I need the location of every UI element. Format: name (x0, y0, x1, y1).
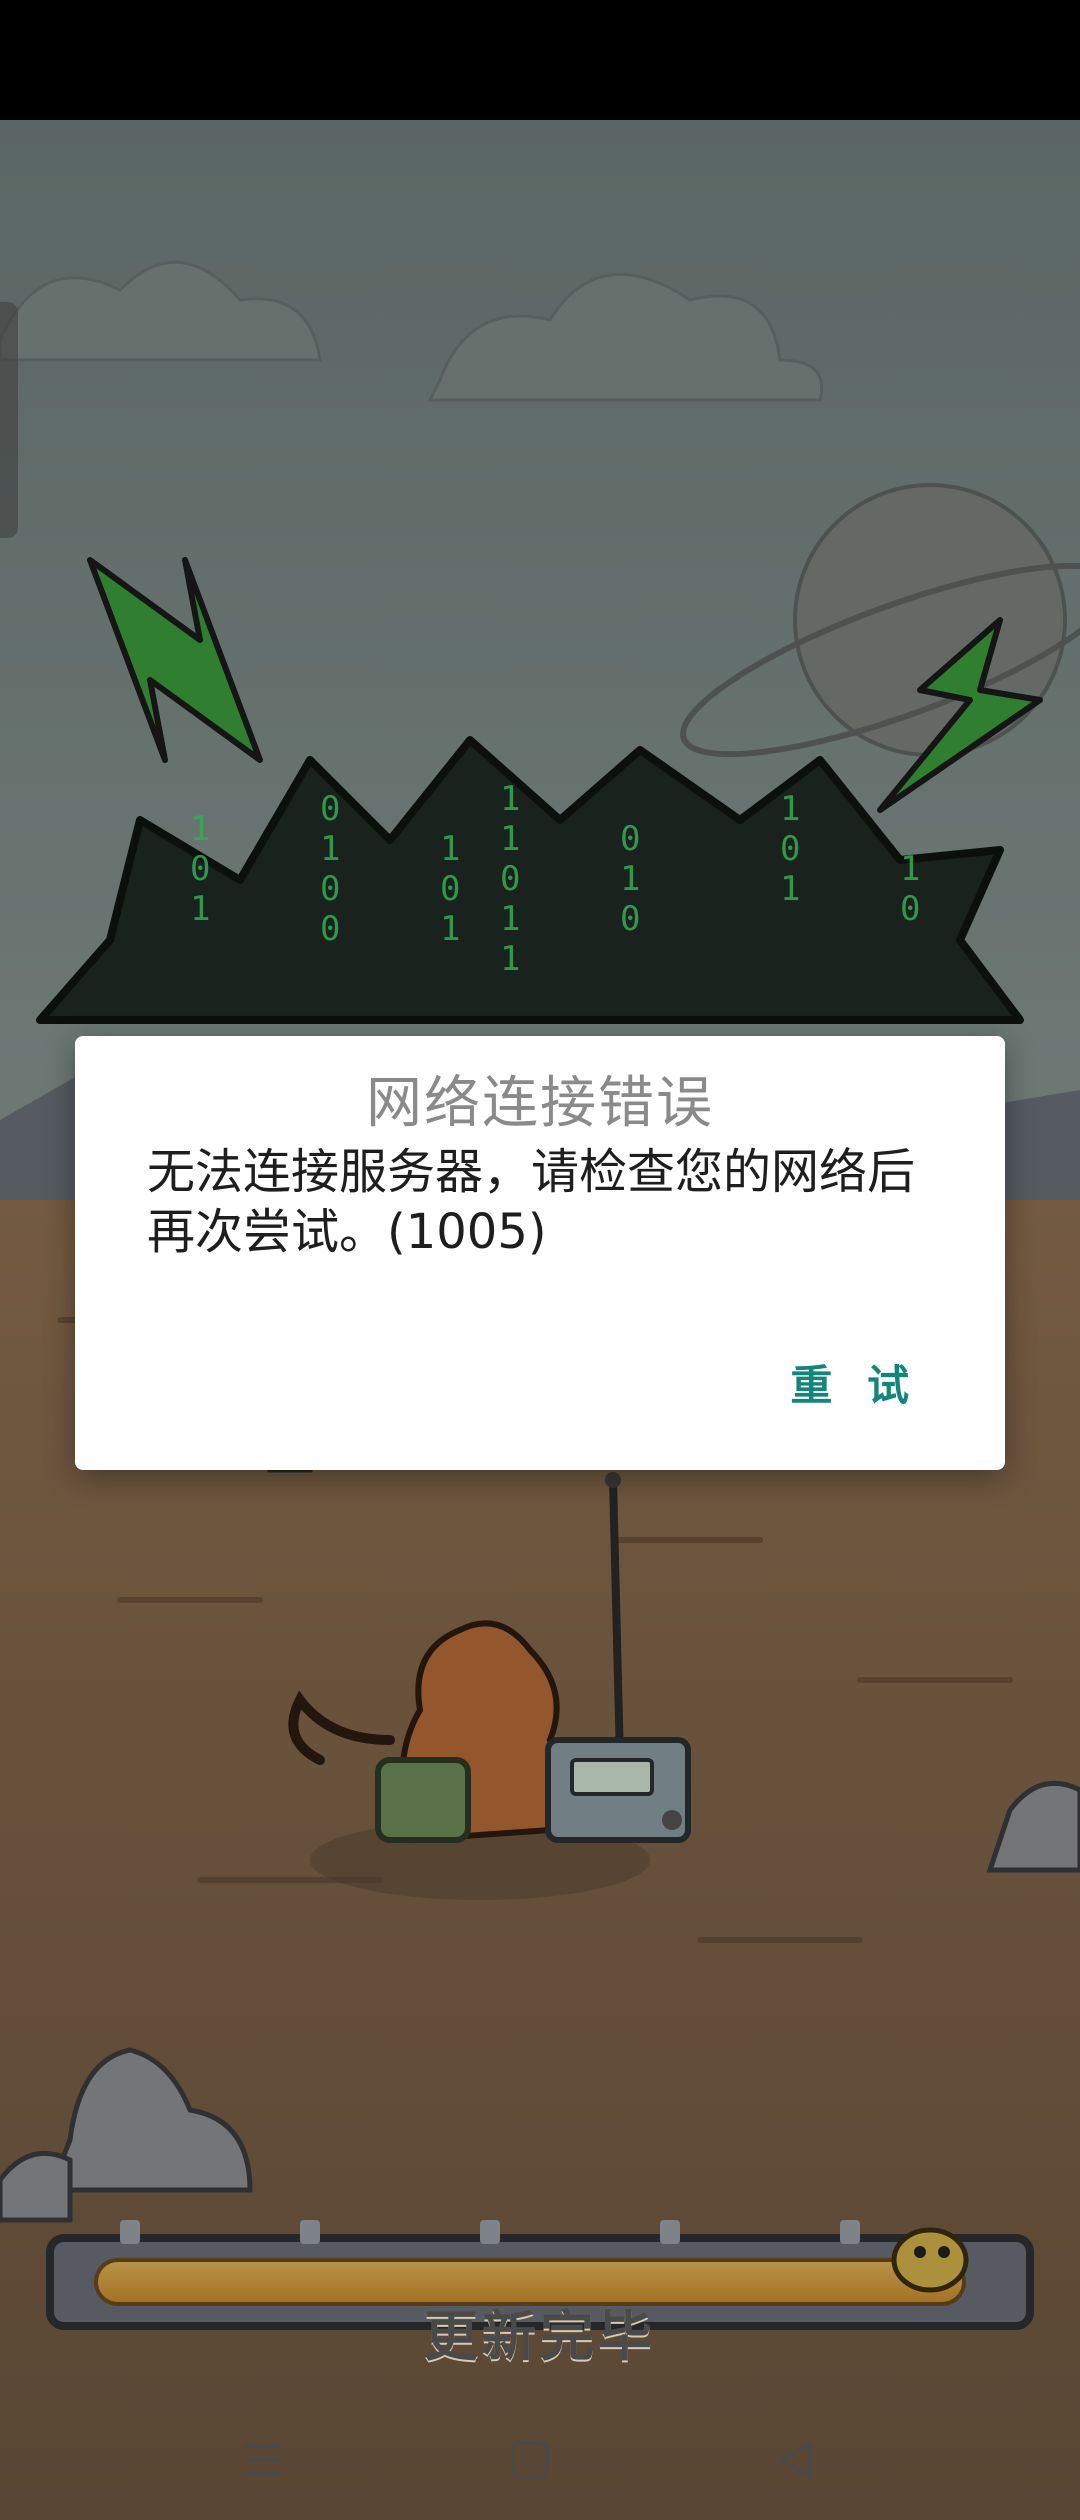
retry-button[interactable]: 重 试 (790, 1352, 919, 1413)
home-button[interactable] (490, 2424, 570, 2496)
system-navigation-bar (0, 2400, 1080, 2520)
home-icon (511, 2441, 549, 2479)
menu-icon (244, 2444, 280, 2476)
edge-handle[interactable] (0, 302, 18, 538)
back-icon (780, 2442, 812, 2478)
progress-status-label: 更新完毕 (424, 2305, 656, 2368)
dialog-message: 无法连接服务器，请检查您的网络后再次尝试。(1005) (147, 1144, 916, 1260)
back-button[interactable] (756, 2424, 836, 2496)
network-error-dialog: 网络连接错误 无法连接服务器，请检查您的网络后再次尝试。(1005) 重 试 (75, 1036, 1005, 1470)
status-bar (0, 0, 1080, 120)
dialog-title: 网络连接错误 (366, 1071, 714, 1136)
menu-button[interactable] (222, 2424, 302, 2496)
